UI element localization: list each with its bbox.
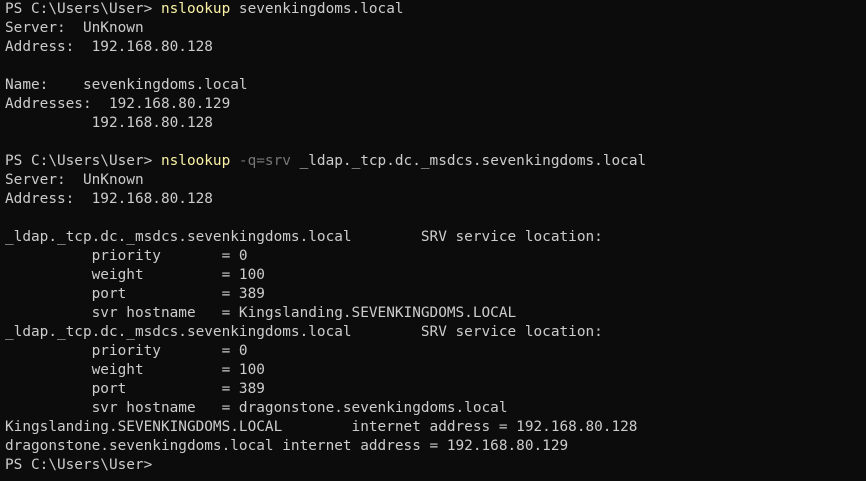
output-line: Address: 192.168.80.128 [5,191,213,207]
command-flag: -q=srv [230,153,291,169]
output-line: Address: 192.168.80.128 [5,39,213,55]
command-args: _ldap._tcp.dc._msdcs.sevenkingdoms.local [290,153,647,169]
prompt: PS C:\Users\User> [5,457,153,473]
output-line: _ldap._tcp.dc._msdcs.sevenkingdoms.local… [5,324,603,340]
output-line: _ldap._tcp.dc._msdcs.sevenkingdoms.local… [5,229,603,245]
terminal-window[interactable]: PS C:\Users\User> nslookup sevenkingdoms… [0,0,866,481]
command-args: sevenkingdoms.local [230,1,404,17]
output-line: svr hostname = dragonstone.sevenkingdoms… [5,400,508,416]
output-line: Name: sevenkingdoms.local [5,77,248,93]
prompt: PS C:\Users\User> [5,1,161,17]
output-line: dragonstone.sevenkingdoms.local internet… [5,438,569,454]
output-line: svr hostname = Kingslanding.SEVENKINGDOM… [5,305,517,321]
command-line: PS C:\Users\User> nslookup sevenkingdoms… [5,0,866,19]
current-prompt-line[interactable]: PS C:\Users\User> [5,456,866,475]
output-line: port = 389 [5,381,265,397]
command-line: PS C:\Users\User> nslookup -q=srv _ldap.… [5,152,866,171]
output-line: weight = 100 [5,362,265,378]
output-line: Kingslanding.SEVENKINGDOMS.LOCAL interne… [5,419,638,435]
output-line: Server: UnKnown [5,20,144,36]
output-line: priority = 0 [5,248,248,264]
output-line: port = 389 [5,286,265,302]
output-line: Server: UnKnown [5,172,144,188]
output-line: weight = 100 [5,267,265,283]
output-line: 192.168.80.128 [5,115,213,131]
output-line: Addresses: 192.168.80.129 [5,96,231,112]
command-name: nslookup [160,153,231,169]
command-name: nslookup [160,1,231,17]
prompt: PS C:\Users\User> [5,153,161,169]
output-line: priority = 0 [5,343,248,359]
